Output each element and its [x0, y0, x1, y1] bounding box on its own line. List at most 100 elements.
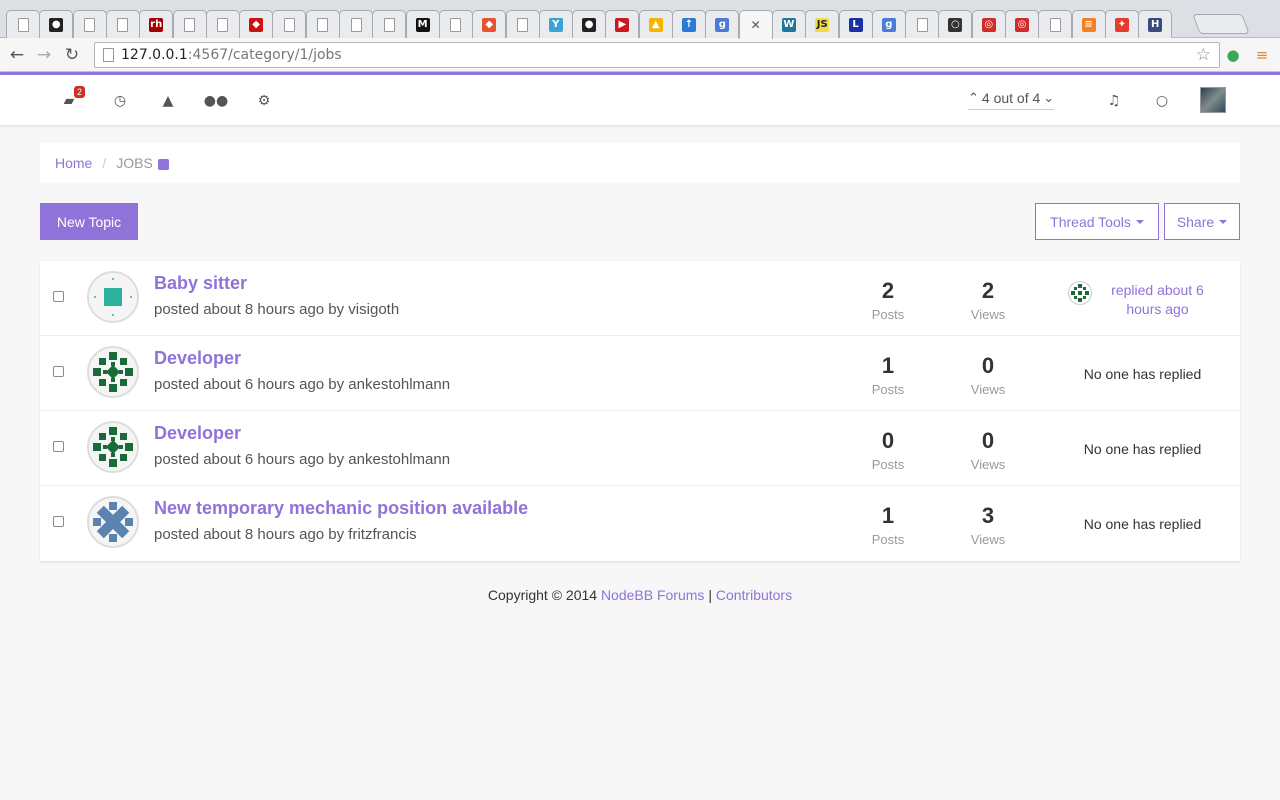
topic-checkbox[interactable]	[53, 516, 64, 527]
chevron-up-icon[interactable]: ⌃	[968, 91, 979, 106]
github-icon: ●	[49, 17, 64, 32]
browser-tab[interactable]	[905, 10, 940, 38]
reply-text[interactable]: replied about 6 hours ago	[1098, 281, 1218, 319]
views-label: Views	[970, 382, 1006, 397]
posts-label: Posts	[871, 382, 905, 397]
breadcrumb-home[interactable]: Home	[55, 155, 92, 171]
clock-icon[interactable]: ◷	[109, 90, 131, 112]
browser-tab[interactable]: Y	[538, 10, 573, 38]
browser-tab[interactable]: ○	[938, 10, 973, 38]
topic-title[interactable]: Baby sitter	[154, 273, 247, 294]
medium-icon: M	[415, 17, 430, 32]
browser-tab[interactable]: ◆	[472, 10, 507, 38]
bookmark-star-icon[interactable]: ☆	[1196, 45, 1211, 65]
copyright-text: Copyright © 2014	[487, 587, 598, 603]
browser-tab[interactable]	[339, 10, 373, 38]
bell-icon[interactable]: ♫	[1103, 90, 1125, 112]
gears-icon[interactable]: ⚙	[253, 90, 275, 112]
browser-tab[interactable]: ●	[39, 10, 74, 38]
close-icon[interactable]: ✕	[749, 18, 763, 32]
browser-tab[interactable]	[205, 10, 240, 38]
topic-checkbox[interactable]	[53, 441, 64, 452]
browser-tab[interactable]: ▶	[605, 10, 640, 38]
browser-tab[interactable]	[172, 10, 207, 38]
browser-tab[interactable]: ◆	[239, 10, 274, 38]
page-icon	[184, 17, 195, 32]
browser-tab[interactable]: g	[871, 10, 906, 38]
hangouts-icon[interactable]: ●	[1222, 44, 1244, 66]
topic-title[interactable]: Developer	[154, 348, 241, 369]
browser-tab[interactable]: g	[705, 10, 740, 38]
browser-tab[interactable]: rh	[139, 10, 174, 38]
green-pattern-avatar[interactable]	[87, 421, 139, 473]
wordpress-icon: W	[781, 17, 796, 32]
browser-tab[interactable]: L	[838, 10, 873, 38]
browser-tab[interactable]: ●	[572, 10, 607, 38]
new-tab-button[interactable]	[1192, 14, 1250, 34]
browser-tab[interactable]	[6, 10, 40, 38]
browser-tab[interactable]	[305, 10, 340, 38]
address-bar[interactable]: 127.0.0.1:4567/category/1/jobs ☆	[94, 42, 1220, 68]
posts-label: Posts	[871, 457, 905, 472]
topic-title[interactable]: New temporary mechanic position availabl…	[154, 498, 528, 519]
chevron-down-icon[interactable]: ⌄	[1043, 91, 1054, 106]
share-button[interactable]: Share	[1164, 203, 1240, 240]
new-topic-button[interactable]: New Topic	[40, 203, 138, 240]
page-icon	[103, 48, 114, 62]
browser-tab[interactable]	[272, 10, 307, 38]
active-browser-tab[interactable]: ✕	[738, 10, 773, 39]
pinwheel-icon: ✦	[1114, 17, 1129, 32]
browser-tab[interactable]: ↑	[672, 10, 706, 38]
green-pattern-avatar[interactable]	[87, 346, 139, 398]
h-icon: H	[1148, 17, 1163, 32]
posts-count: 0	[881, 428, 895, 453]
browser-tab[interactable]: ◎	[971, 10, 1006, 38]
topic-title[interactable]: Developer	[154, 423, 241, 444]
browser-tab[interactable]: JS	[805, 10, 840, 38]
rss-icon[interactable]	[157, 158, 169, 170]
reload-icon[interactable]: ↻	[61, 44, 83, 66]
browser-tab[interactable]	[372, 10, 407, 38]
topic-checkbox[interactable]	[53, 291, 64, 302]
browser-tab[interactable]: ≡	[1071, 10, 1106, 38]
browser-tab[interactable]	[1038, 10, 1073, 38]
posts-label: Posts	[871, 307, 905, 322]
views-count: 2	[981, 278, 995, 303]
reply-avatar[interactable]	[1067, 281, 1092, 305]
browser-tab[interactable]: M	[405, 10, 440, 38]
last-reply: No one has replied	[1083, 440, 1202, 457]
browser-tab[interactable]: ◎	[1005, 10, 1039, 38]
users-icon[interactable]: ●●	[204, 90, 228, 112]
nodebb-forums-link[interactable]: NodeBB Forums	[601, 587, 704, 603]
back-arrow-icon[interactable]: ←	[6, 44, 28, 66]
browser-tab[interactable]	[72, 10, 107, 38]
thread-tools-button[interactable]: Thread Tools	[1035, 203, 1159, 240]
topic-meta: posted about 6 hours ago by ankestohlman…	[154, 451, 451, 468]
js-icon: JS	[815, 17, 830, 32]
avatar[interactable]	[1200, 87, 1226, 113]
browser-tab[interactable]: ✦	[1104, 10, 1139, 38]
redhat-icon: rh	[149, 17, 164, 32]
browser-tab[interactable]: W	[771, 10, 806, 38]
menu-icon[interactable]: ≡	[1251, 44, 1273, 66]
upload-icon: ↑	[682, 17, 696, 32]
browser-tab[interactable]: ▲	[638, 10, 673, 38]
topic-checkbox[interactable]	[53, 366, 64, 377]
last-reply[interactable]: replied about 6 hours ago	[1045, 261, 1240, 336]
forward-arrow-icon[interactable]: →	[33, 44, 55, 66]
views-stat: 0 Views	[948, 354, 1028, 398]
browser-tab[interactable]	[105, 10, 140, 38]
contributors-link[interactable]: Contributors	[716, 587, 792, 603]
inbox-icon[interactable]: ▰ 2	[58, 86, 85, 112]
square-avatar[interactable]	[87, 271, 139, 323]
fire-icon[interactable]: ▲	[157, 90, 179, 112]
blue-pattern-avatar[interactable]	[87, 496, 139, 548]
pagination-text: 4 out of 4	[981, 90, 1041, 106]
browser-tab[interactable]: H	[1138, 10, 1173, 38]
browser-tab[interactable]	[505, 10, 540, 38]
pagination[interactable]: ⌃ 4 out of 4 ⌄	[968, 90, 1055, 110]
chat-icon[interactable]: ○	[1151, 90, 1173, 112]
browser-tab[interactable]	[438, 10, 473, 38]
circle-icon: ○	[948, 17, 963, 32]
table-row: Developer posted about 6 hours ago by an…	[40, 336, 1240, 411]
